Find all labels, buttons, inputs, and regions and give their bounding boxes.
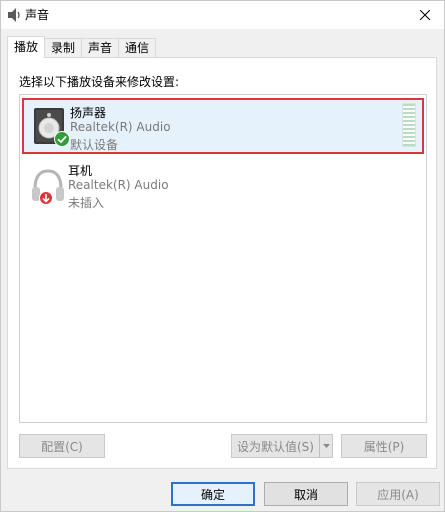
title-bar: 声音 [1,1,444,29]
tab-recording[interactable]: 录制 [44,38,83,58]
set-default-dropdown[interactable] [319,434,333,458]
close-button[interactable] [408,1,442,29]
tab-playback[interactable]: 播放 [7,36,46,58]
device-name: 扬声器 [70,106,107,120]
chevron-down-icon [322,444,330,448]
properties-button[interactable]: 属性(P) [341,434,427,458]
window-title: 声音 [25,8,50,22]
sound-dialog: 声音 播放 录制 声音 通信 选择以下播放设备来修改设置: 扬声器 Realte… [0,0,445,512]
tab-communications[interactable]: 通信 [118,38,157,58]
device-item-speakers[interactable]: 扬声器 Realtek(R) Audio 默认设备 [22,98,424,154]
device-item-headphones[interactable]: 耳机 Realtek(R) Audio 未插入 [22,158,424,214]
cancel-button[interactable]: 取消 [264,482,348,506]
volume-level-meter [402,103,416,147]
tab-sounds[interactable]: 声音 [81,38,120,58]
tab-strip: 播放 录制 声音 通信 [7,36,157,58]
speaker-icon [8,8,20,22]
device-driver: Realtek(R) Audio [68,178,169,192]
device-status: 默认设备 [70,138,119,152]
set-default-button[interactable]: 设为默认值(S) [231,434,320,458]
ok-button[interactable]: 确定 [171,482,255,506]
device-driver: Realtek(R) Audio [70,120,171,134]
configure-button[interactable]: 配置(C) [19,434,105,458]
default-check-icon [54,131,70,147]
instruction-text: 选择以下播放设备来修改设置: [19,75,180,89]
apply-button[interactable]: 应用(A) [356,482,440,506]
playback-panel: 选择以下播放设备来修改设置: 扬声器 Realtek(R) Audio 默认设备 [7,57,437,469]
device-status: 未插入 [68,196,105,210]
device-name: 耳机 [68,164,93,178]
close-icon [420,10,430,20]
device-list[interactable]: 扬声器 Realtek(R) Audio 默认设备 耳机 Realtek(R) … [19,94,427,423]
unplugged-arrow-icon [39,191,53,205]
